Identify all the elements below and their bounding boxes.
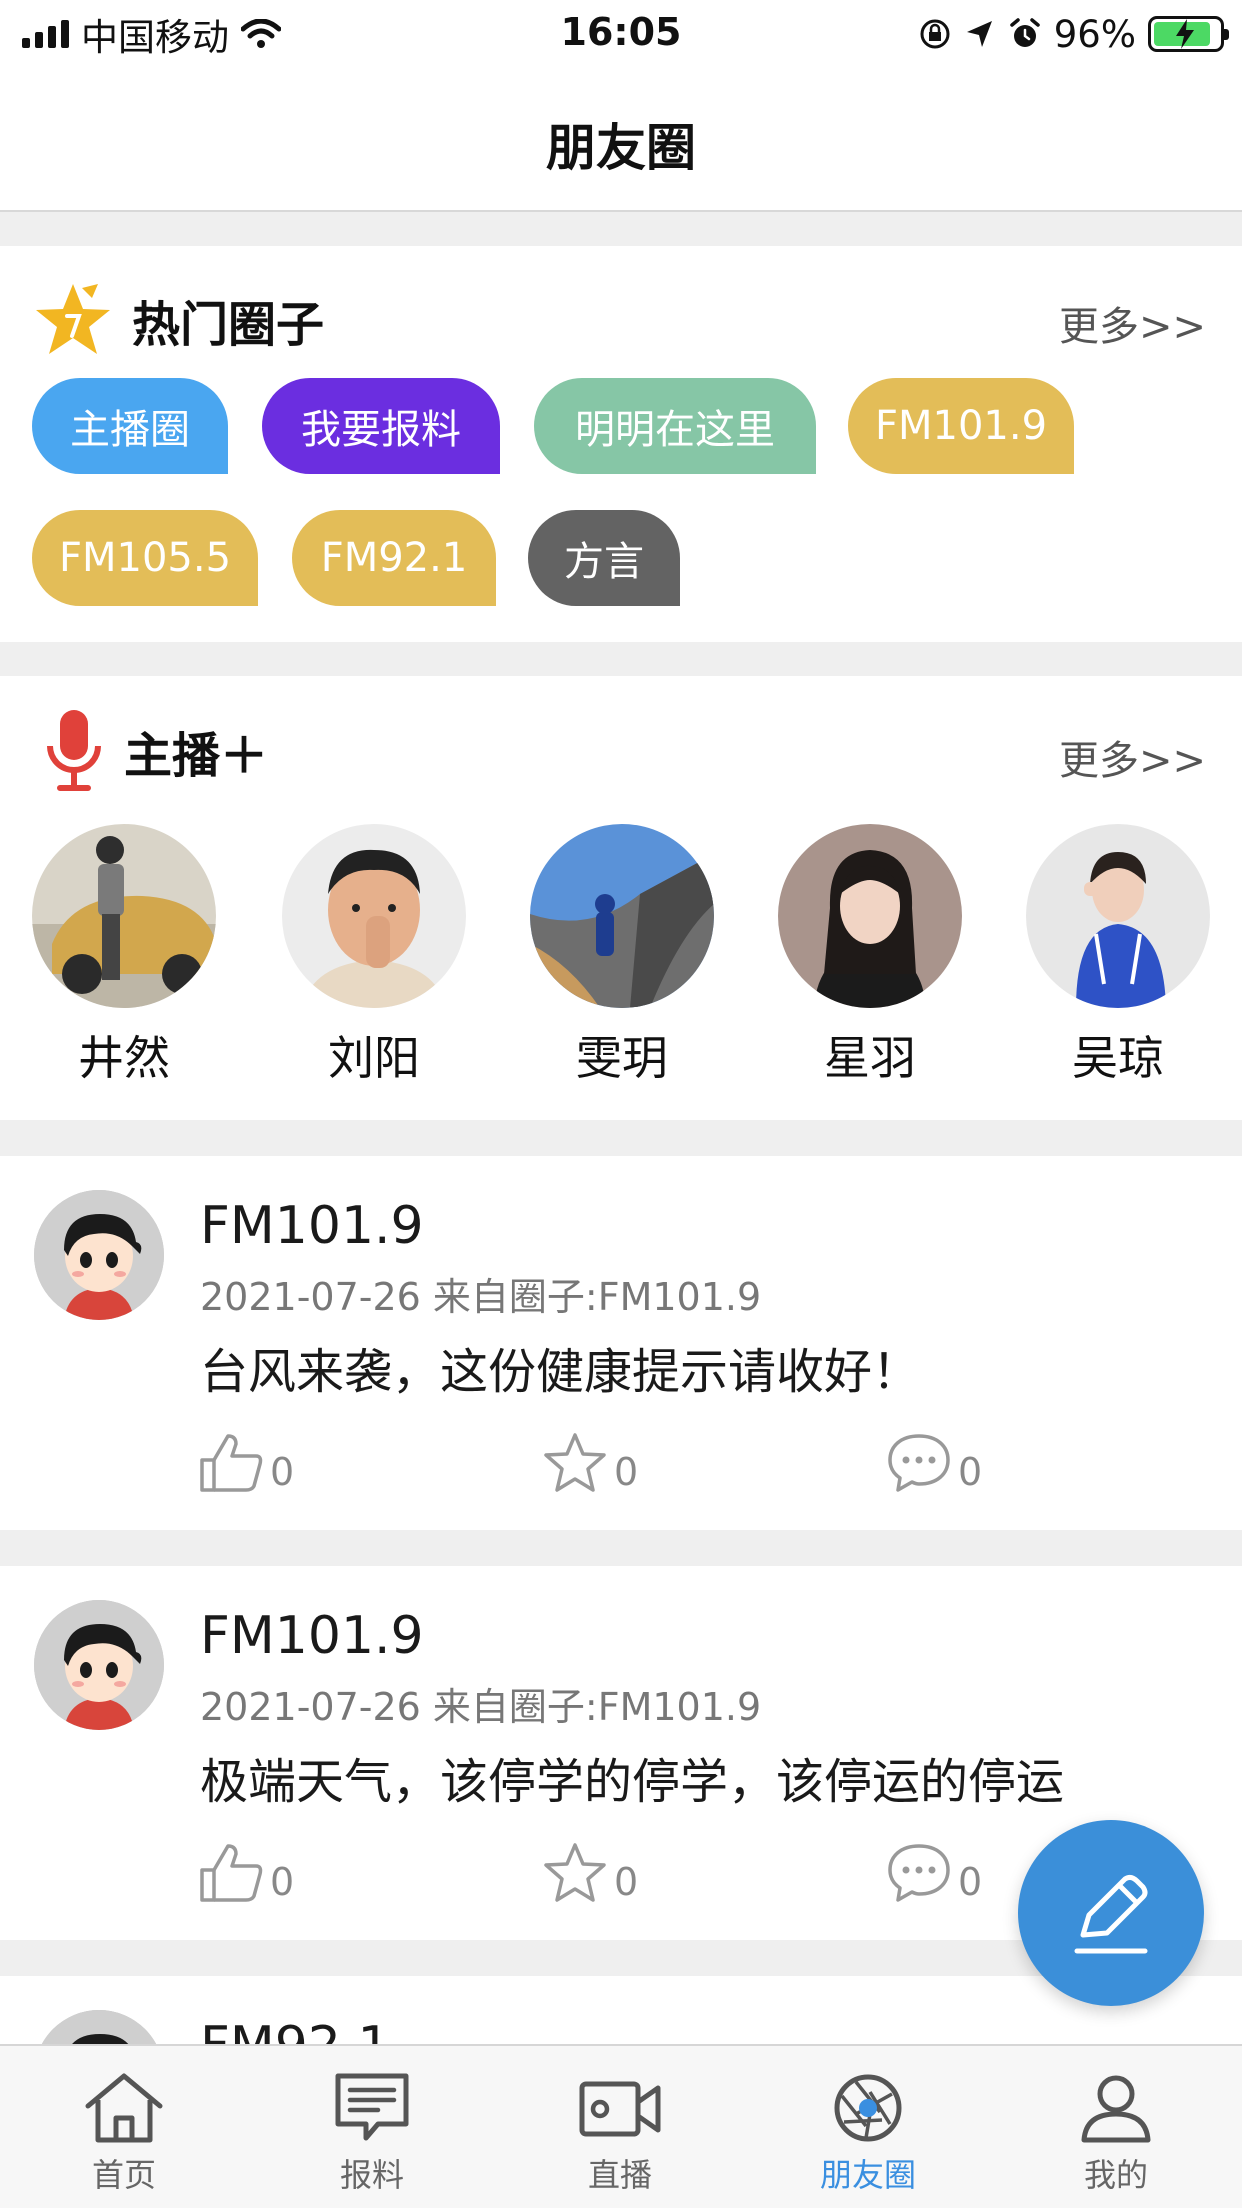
tag-label: 方言	[564, 539, 644, 585]
tag-0[interactable]: 主播圈	[32, 378, 228, 474]
post-meta: 2021-07-26 来自圈子:FM101.9	[200, 1275, 762, 1319]
post-text[interactable]: 台风来袭，这份健康提示请收好！	[200, 1332, 920, 1402]
post-meta: 2021-07-26 来自圈子:FM101.9	[200, 1685, 762, 1729]
comment-count: 0	[958, 1860, 983, 1904]
user-icon	[1081, 2075, 1151, 2143]
tag-4[interactable]: FM105.5	[32, 510, 258, 606]
hosts-section: 主播＋ 更多>> 井然 刘阳 雯玥 星羽 吴琼	[0, 676, 1242, 1120]
host-item[interactable]: 雯玥	[530, 824, 714, 1088]
alarm-icon	[1010, 18, 1040, 47]
like-count: 0	[270, 1860, 295, 1904]
location-arrow-icon	[966, 21, 992, 47]
thumbs-up-icon	[200, 1844, 263, 1902]
tag-label: FM92.1	[320, 535, 468, 581]
host-item[interactable]: 井然	[32, 824, 216, 1088]
host-avatar	[530, 824, 714, 1008]
tab-moments[interactable]: 朋友圈	[788, 2072, 948, 2196]
video-camera-icon	[579, 2081, 661, 2137]
navigation-bar: 朋友圈	[0, 68, 1242, 212]
tag-label: 明明在这里	[575, 407, 775, 453]
tab-home[interactable]: 首页	[44, 2072, 204, 2196]
tag-6[interactable]: 方言	[528, 510, 680, 606]
tab-bar: 首页 报料 直播 朋友圈 我的	[0, 2044, 1242, 2208]
host-avatar	[778, 824, 962, 1008]
hosts-title: 主播＋	[124, 728, 269, 784]
host-name: 刘阳	[328, 1031, 420, 1085]
tab-live[interactable]: 直播	[540, 2072, 700, 2196]
avatar[interactable]	[34, 1190, 164, 1320]
post-author[interactable]: FM92.1	[200, 2016, 391, 2044]
post-text[interactable]: 极端天气，该停学的停学，该停运的停运	[200, 1742, 1064, 1812]
status-right: 96%	[918, 12, 1229, 56]
post-author[interactable]: FM101.9	[200, 1196, 424, 1256]
aperture-icon	[834, 2074, 902, 2142]
tag-5[interactable]: FM92.1	[292, 510, 496, 606]
star-outline-icon	[544, 1843, 606, 1902]
hosts-more-link[interactable]: 更多>>	[1059, 728, 1206, 786]
tab-label: 朋友圈	[819, 2156, 916, 2194]
compose-button[interactable]	[1018, 1820, 1204, 2006]
tab-label: 我的	[1083, 2156, 1148, 2194]
page-title: 朋友圈	[546, 119, 696, 177]
tab-label: 报料	[339, 2156, 404, 2194]
comment-bubble-icon	[888, 1434, 950, 1492]
tag-3[interactable]: FM101.9	[848, 378, 1074, 474]
like-button[interactable]: 0	[198, 1432, 294, 1494]
comment-bubble-icon	[888, 1844, 950, 1902]
battery-icon	[1148, 16, 1229, 52]
tag-label: FM105.5	[58, 535, 232, 581]
host-name: 雯玥	[576, 1031, 668, 1085]
host-name: 吴琼	[1072, 1031, 1164, 1085]
hot-circles-section: 热门圈子 更多>> 主播圈 我要报料 明明在这里 FM101.9 FM105.5…	[0, 246, 1242, 642]
favorite-button[interactable]: 0	[542, 1842, 638, 1904]
status-bar: 中国移动 16:05 96%	[0, 0, 1242, 68]
comment-button[interactable]: 0	[886, 1842, 982, 1904]
host-item[interactable]: 吴琼	[1026, 824, 1210, 1088]
tag-label: FM101.9	[874, 403, 1048, 449]
orientation-lock-icon	[920, 19, 950, 49]
tag-1[interactable]: 我要报料	[262, 378, 500, 474]
tab-label: 首页	[91, 2156, 156, 2194]
post-card[interactable]: FM101.9 2021-07-26 来自圈子:FM101.9 台风来袭，这份健…	[0, 1156, 1242, 1530]
avatar[interactable]	[34, 2010, 164, 2044]
host-item[interactable]: 刘阳	[282, 824, 466, 1088]
tab-report[interactable]: 报料	[292, 2072, 452, 2196]
comment-count: 0	[958, 1450, 983, 1494]
thumbs-up-icon	[200, 1434, 263, 1492]
tag-label: 主播圈	[70, 407, 190, 453]
tab-label: 直播	[587, 2156, 652, 2194]
home-icon	[85, 2073, 163, 2143]
battery-percent: 96%	[1053, 12, 1136, 56]
hot-circles-title: 热门圈子	[132, 297, 325, 353]
avatar[interactable]	[34, 1600, 164, 1730]
hot-circles-more-link[interactable]: 更多>>	[1059, 294, 1206, 352]
post-author[interactable]: FM101.9	[200, 1606, 424, 1666]
host-avatar	[1026, 824, 1210, 1008]
host-avatar	[32, 824, 216, 1008]
hosts-header: 主播＋	[42, 708, 268, 794]
tag-2[interactable]: 明明在这里	[534, 378, 816, 474]
report-icon	[335, 2073, 409, 2141]
favorite-count: 0	[614, 1450, 639, 1494]
host-item[interactable]: 星羽	[778, 824, 962, 1088]
star-outline-icon	[544, 1433, 606, 1492]
favorite-count: 0	[614, 1860, 639, 1904]
like-count: 0	[270, 1450, 295, 1494]
like-button[interactable]: 0	[198, 1842, 294, 1904]
comment-button[interactable]: 0	[886, 1432, 982, 1494]
tag-label: 我要报料	[301, 407, 461, 453]
tab-mine[interactable]: 我的	[1036, 2072, 1196, 2196]
hot-circles-header: 热门圈子	[32, 280, 324, 360]
microphone-icon	[47, 710, 101, 791]
pencil-icon	[1074, 1874, 1148, 1954]
star-icon	[36, 284, 110, 354]
host-name: 星羽	[824, 1031, 916, 1085]
host-name: 井然	[78, 1031, 170, 1085]
favorite-button[interactable]: 0	[542, 1432, 638, 1494]
host-avatar	[282, 824, 466, 1008]
